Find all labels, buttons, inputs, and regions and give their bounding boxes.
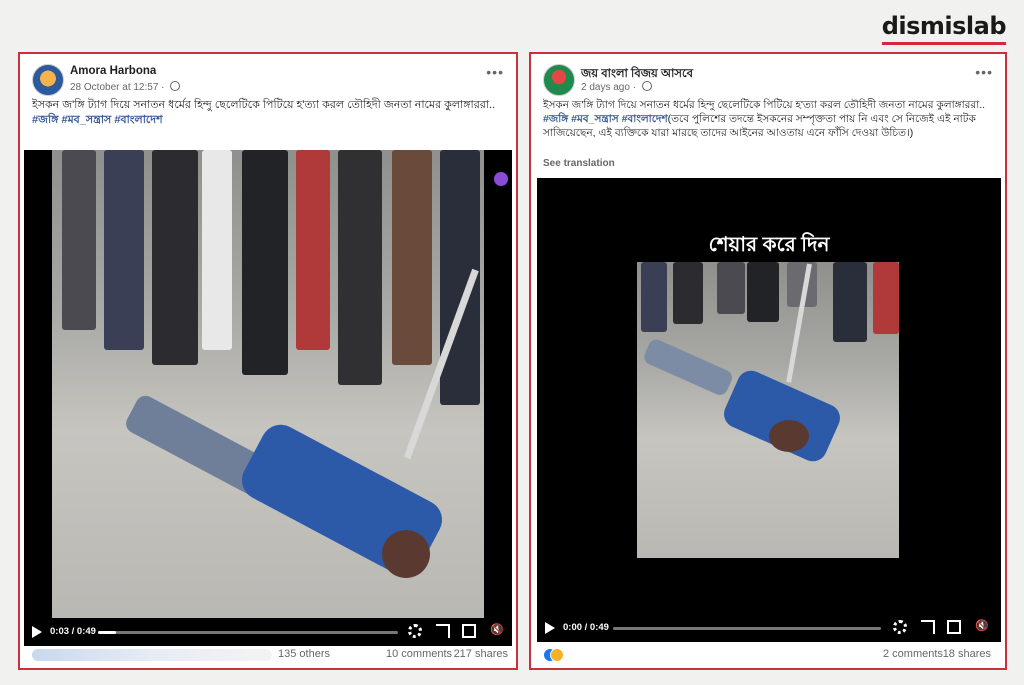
leg xyxy=(104,150,144,350)
pip-icon[interactable] xyxy=(947,620,961,634)
post-time-text: 2 days ago xyxy=(581,82,630,93)
sad-icon xyxy=(550,648,564,662)
leg xyxy=(641,262,667,332)
video-controls: 0:03 / 0:49 🔇 xyxy=(24,618,512,646)
brand-name: dismislab xyxy=(881,12,1007,40)
video-controls: 0:00 / 0:49 🔇 xyxy=(537,614,1001,642)
leg xyxy=(296,150,330,350)
leg xyxy=(873,262,899,334)
facebook-post-1: Amora Harbona 28 October at 12:57 · ••• … xyxy=(18,52,518,670)
victim-figure xyxy=(122,390,462,583)
post-time[interactable]: 2 days ago · xyxy=(581,81,652,93)
mute-icon[interactable]: 🔇 xyxy=(975,619,989,633)
see-translation-link[interactable]: See translation xyxy=(543,158,615,169)
video-player[interactable]: শেয়ার করে দিন 0:00 / 0:49 🔇 xyxy=(537,178,1001,642)
post-text: ইসকন জ'ঙ্গি ট্যাগ দিয়ে সনাতন ধর্মের হিন… xyxy=(543,98,993,140)
progress-fill xyxy=(98,631,116,634)
facebook-post-2: জয় বাংলা বিজয় আসবে 2 days ago · ••• ইস… xyxy=(529,52,1007,670)
video-time: 0:00 / 0:49 xyxy=(563,622,609,633)
post-header: জয় বাংলা বিজয় আসবে 2 days ago · ••• xyxy=(543,62,993,98)
share-count[interactable]: 18 shares xyxy=(943,648,991,660)
pip-icon[interactable] xyxy=(462,624,476,638)
settings-icon[interactable] xyxy=(893,620,907,634)
post-text: ইসকন জ'ঙ্গি ট্যাগ দিয়ে সনাতন ধর্মের হিন… xyxy=(32,98,504,128)
comment-count[interactable]: 10 comments xyxy=(386,648,452,660)
post-time[interactable]: 28 October at 12:57 · xyxy=(70,81,181,93)
leg xyxy=(833,262,867,342)
post-body: ইসকন জ'ঙ্গি ট্যাগ দিয়ে সনাতন ধর্মের হিন… xyxy=(32,99,496,111)
post-header: Amora Harbona 28 October at 12:57 · ••• xyxy=(32,62,504,98)
leg xyxy=(673,262,703,324)
more-options-icon[interactable]: ••• xyxy=(975,64,993,80)
brand-underline xyxy=(881,42,1006,45)
play-icon[interactable] xyxy=(545,622,555,634)
post-time-text: 28 October at 12:57 xyxy=(70,82,159,93)
leg xyxy=(392,150,432,365)
leg xyxy=(242,150,288,375)
video-frame xyxy=(52,150,484,618)
victim-figure xyxy=(641,336,867,496)
avatar[interactable] xyxy=(32,64,64,96)
reaction-bar-blurred xyxy=(32,649,272,661)
dismislab-logo: dismislab xyxy=(881,12,1007,45)
play-icon[interactable] xyxy=(32,626,42,638)
mute-icon[interactable]: 🔇 xyxy=(490,623,504,637)
globe-icon xyxy=(641,81,652,91)
leg xyxy=(202,150,232,350)
leg xyxy=(62,150,96,330)
reaction-count[interactable]: 135 others xyxy=(278,648,330,660)
post-footer: 135 others 10 comments 217 shares xyxy=(32,646,508,664)
hashtags[interactable]: #জঙ্গি #মব_সন্ত্রাস #বাংলাদেশ xyxy=(543,113,668,125)
settings-icon[interactable] xyxy=(408,624,422,638)
reels-badge-icon xyxy=(494,172,508,186)
more-options-icon[interactable]: ••• xyxy=(486,64,504,80)
fullscreen-icon[interactable] xyxy=(921,620,935,634)
leg xyxy=(338,150,382,385)
video-player[interactable]: 0:03 / 0:49 🔇 xyxy=(24,150,512,646)
post-body: ইসকন জ'ঙ্গি ট্যাগ দিয়ে সনাতন ধর্মের হিন… xyxy=(543,99,986,111)
leg xyxy=(717,262,745,314)
globe-icon xyxy=(170,81,181,91)
comment-count[interactable]: 2 comments xyxy=(883,648,943,660)
fullscreen-icon[interactable] xyxy=(436,624,450,638)
leg xyxy=(747,262,779,322)
avatar[interactable] xyxy=(543,64,575,96)
reaction-icons[interactable] xyxy=(543,648,564,662)
video-overlay-text: শেয়ার করে দিন xyxy=(708,234,830,256)
share-count[interactable]: 217 shares xyxy=(454,648,508,660)
progress-bar[interactable] xyxy=(613,627,881,630)
leg xyxy=(152,150,198,365)
author-name[interactable]: Amora Harbona xyxy=(70,65,156,77)
hashtags[interactable]: #জঙ্গি #মব_সন্ত্রাস #বাংলাদেশ xyxy=(32,114,163,126)
post-footer: 2 comments 18 shares xyxy=(543,646,997,664)
video-frame xyxy=(637,262,899,558)
progress-bar[interactable] xyxy=(98,631,398,634)
video-time: 0:03 / 0:49 xyxy=(50,626,96,637)
